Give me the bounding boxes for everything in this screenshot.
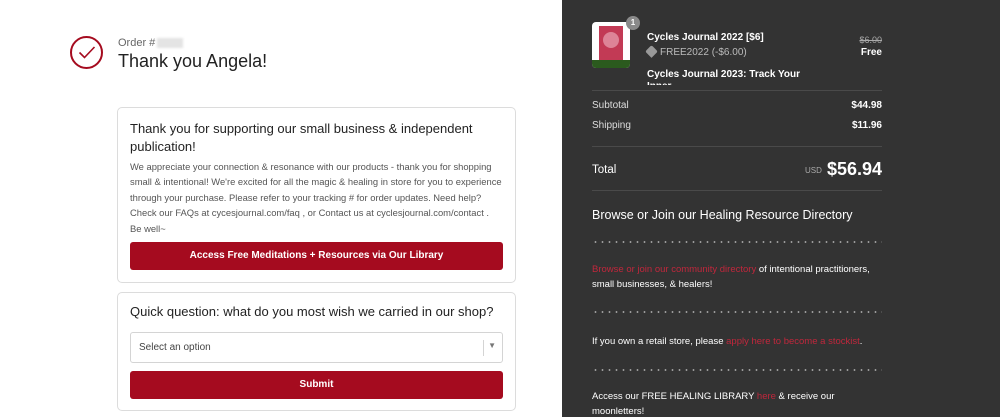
directory-paragraph: Browse or join our community directory o… — [592, 262, 882, 292]
product-price: Free — [860, 47, 882, 58]
stockist-link[interactable]: apply here to become a stockist — [726, 336, 860, 347]
chevron-down-icon: ▼ — [488, 341, 496, 350]
select-divider — [483, 340, 484, 356]
survey-card: Quick question: what do you most wish we… — [117, 292, 516, 411]
discount-text: FREE2022 (-$6.00) — [660, 47, 747, 58]
divider — [592, 146, 882, 147]
support-message-card: Thank you for supporting our small busin… — [117, 107, 516, 283]
dotted-divider — [592, 311, 882, 313]
submit-button[interactable]: Submit — [130, 371, 503, 399]
currency-code: USD — [805, 166, 822, 175]
stockist-end: . — [859, 336, 863, 347]
checkmark-icon — [70, 36, 103, 69]
journal-cover-image — [599, 26, 623, 64]
discount-code: FREE2022 (-$6.00) — [645, 45, 747, 58]
shipping-label: Shipping — [592, 120, 631, 131]
order-number-redacted — [157, 38, 184, 49]
tag-icon — [645, 45, 658, 58]
directory-link[interactable]: Browse or join our community directory — [592, 264, 756, 275]
library-link[interactable]: here — [757, 391, 776, 402]
dotted-divider — [592, 241, 882, 243]
order-label: Order # — [118, 37, 156, 49]
dotted-divider — [592, 369, 882, 371]
page-title: Thank you Angela! — [118, 51, 268, 71]
order-summary-sidebar: 1 Cycles Journal 2022 [$6] FREE2022 (-$6… — [562, 0, 1000, 417]
support-heading: Thank you for supporting our small busin… — [130, 121, 473, 154]
access-library-button[interactable]: Access Free Meditations + Resources via … — [130, 242, 503, 270]
product-thumbnail — [592, 22, 630, 68]
subtotal-value: $44.98 — [851, 100, 882, 111]
subtotal-label: Subtotal — [592, 100, 629, 111]
order-number: Order # — [118, 37, 184, 49]
divider — [592, 190, 882, 191]
original-price: $6.00 — [859, 35, 882, 45]
thumbnail-background — [592, 60, 630, 68]
stockist-text: If you own a retail store, please — [592, 336, 727, 347]
library-paragraph: Access our FREE HEALING LIBRARY here & r… — [592, 389, 852, 417]
divider — [592, 90, 882, 91]
total-label: Total — [592, 164, 617, 176]
directory-title: Browse or Join our Healing Resource Dire… — [592, 208, 853, 222]
support-body: We appreciate your connection & resonanc… — [130, 161, 502, 234]
select-value: Select an option — [139, 342, 211, 353]
next-product-title: Cycles Journal 2023: Track Your Inner — [647, 69, 801, 85]
shipping-value: $11.96 — [851, 120, 882, 131]
stockist-paragraph: If you own a retail store, please apply … — [592, 334, 882, 349]
quantity-badge: 1 — [626, 16, 640, 30]
total-value: $56.94 — [826, 159, 882, 179]
survey-question: Quick question: what do you most wish we… — [130, 304, 494, 319]
order-confirmation-panel: Order # Thank you Angela! Thank you for … — [0, 0, 562, 417]
library-text: Access our FREE HEALING LIBRARY — [592, 391, 757, 402]
product-title: Cycles Journal 2022 [$6] — [647, 32, 764, 43]
survey-select[interactable]: Select an option ▼ — [130, 332, 503, 363]
